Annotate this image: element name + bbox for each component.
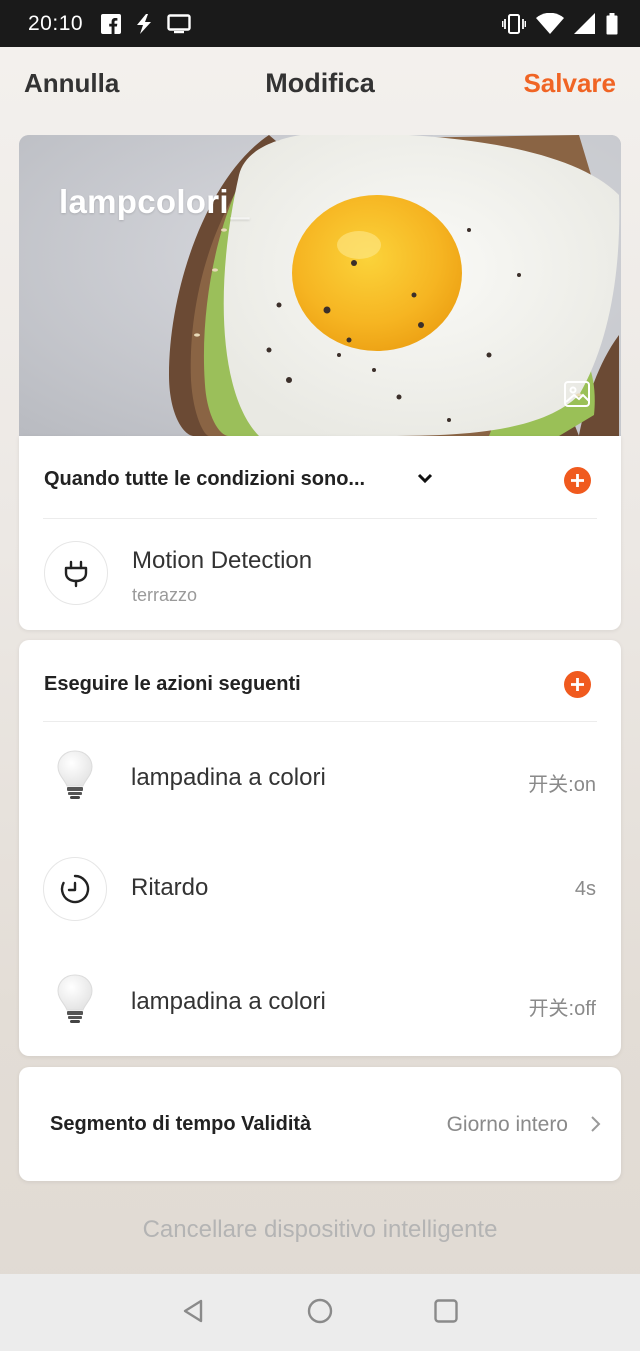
bulb-icon (55, 972, 95, 1036)
validity-card[interactable]: Segmento di tempo Validità Giorno intero (19, 1067, 621, 1181)
actions-card: Eseguire le azioni seguenti lampadina a … (19, 640, 621, 1056)
home-icon[interactable] (307, 1298, 333, 1328)
conditions-card: Quando tutte le condizioni sono... Motio… (19, 436, 621, 630)
navigation-bar (0, 1274, 640, 1351)
action-value: 开关:off (528, 998, 596, 1020)
condition-title: Motion Detection (132, 547, 313, 574)
conditions-title[interactable]: Quando tutte le condizioni sono... (44, 468, 365, 491)
vibrate-icon (502, 13, 526, 35)
battery-icon (606, 12, 618, 35)
action-title: Ritardo (131, 874, 209, 901)
egg-toast-photo (19, 135, 621, 436)
timer-icon (43, 857, 107, 921)
action-value: 开关:on (528, 774, 596, 796)
chevron-down-icon[interactable] (417, 470, 433, 489)
condition-subtitle: terrazzo (132, 585, 198, 605)
action-row[interactable]: lampadina a colori 开关:off (19, 946, 621, 1056)
action-row[interactable]: Ritardo 4s (19, 834, 621, 946)
action-value: 4s (574, 878, 596, 900)
text-cursor: _ (230, 183, 250, 220)
save-button[interactable]: Salvare (523, 68, 616, 99)
cancel-button[interactable]: Annulla (24, 68, 119, 99)
status-time: 20:10 (28, 11, 84, 35)
back-icon[interactable] (181, 1298, 207, 1328)
screen-cast-icon (167, 13, 191, 34)
add-icon (571, 678, 584, 691)
add-condition-button[interactable] (564, 467, 591, 494)
delete-scene-button[interactable]: Cancellare dispositivo intelligente (0, 1216, 640, 1244)
actions-title: Eseguire le azioni seguenti (44, 673, 301, 695)
cover-image[interactable]: lampcolori_ (19, 135, 621, 436)
validity-value: Giorno intero (446, 1113, 568, 1136)
recents-icon[interactable] (433, 1298, 459, 1328)
chevron-right-icon (590, 1115, 601, 1137)
image-icon[interactable] (563, 380, 591, 412)
facebook-icon (101, 13, 122, 34)
signal-icon (574, 12, 596, 35)
flash-icon (135, 13, 153, 34)
action-row[interactable]: lampadina a colori 开关:on (19, 722, 621, 834)
validity-label: Segmento di tempo Validità (50, 1113, 312, 1135)
status-bar: 20:10 (0, 0, 640, 47)
condition-row[interactable]: Motion Detection terrazzo (19, 519, 621, 629)
add-icon (571, 474, 584, 487)
action-title: lampadina a colori (131, 988, 326, 1015)
bulb-icon (55, 748, 95, 812)
plug-icon (44, 541, 108, 605)
scene-name-input[interactable]: lampcolori_ (59, 183, 250, 221)
add-action-button[interactable] (564, 671, 591, 698)
action-title: lampadina a colori (131, 764, 326, 791)
wifi-icon (536, 12, 564, 35)
scene-name: lampcolori (59, 183, 229, 220)
header: Annulla Modifica Salvare (0, 47, 640, 119)
